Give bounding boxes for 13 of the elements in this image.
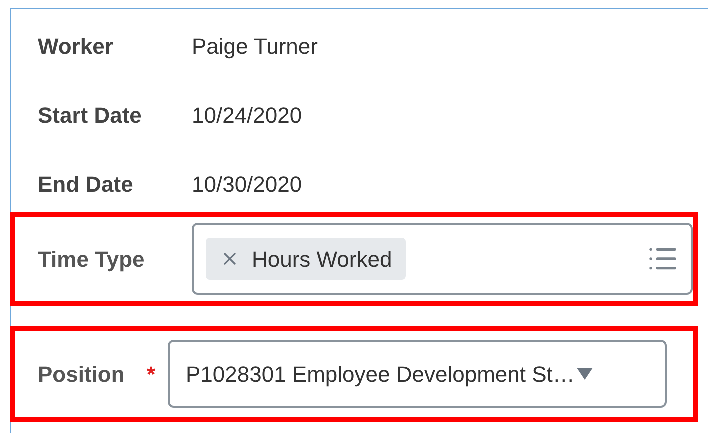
required-mark: * xyxy=(147,360,157,388)
field-value: 10/30/2020 xyxy=(192,171,302,199)
caret-icon xyxy=(576,368,593,380)
field-value: Paige Turner xyxy=(192,33,318,61)
field-value: 10/24/2020 xyxy=(192,102,302,130)
multiselect-field[interactable]: Hours Worked xyxy=(192,223,693,295)
field-label: Time Type xyxy=(38,246,146,274)
field-label: Position xyxy=(38,360,126,388)
field-label: End Date xyxy=(38,171,134,199)
dropdown-field[interactable]: P1028301 Employee Development St… xyxy=(168,340,667,408)
field-label: Start Date xyxy=(38,102,143,130)
field-label: Worker xyxy=(38,33,114,61)
tag-chip: Hours Worked xyxy=(206,238,406,280)
